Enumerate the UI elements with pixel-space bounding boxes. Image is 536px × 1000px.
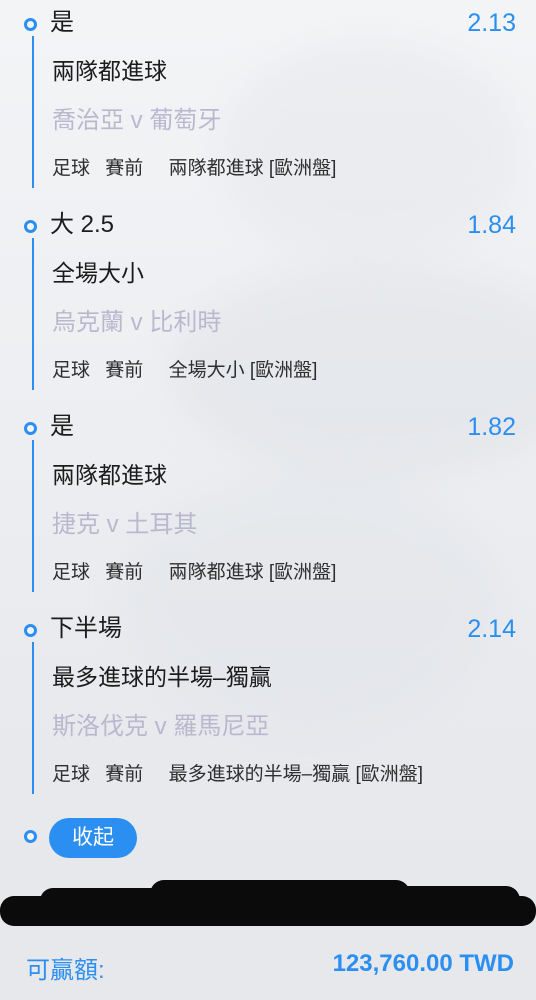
- bet-odds: 2.13: [467, 9, 516, 37]
- bet-market-type: 全場大小 [歐洲盤]: [168, 360, 318, 381]
- timeline-rail: [32, 440, 34, 592]
- bet-market-type: 最多進球的半場–獨贏 [歐洲盤]: [168, 764, 423, 785]
- bet-market-type: 兩隊都進球 [歐洲盤]: [168, 158, 337, 179]
- bet-selection: 是: [50, 413, 74, 440]
- bet-phase: 賽前: [105, 562, 144, 583]
- bet-market: 兩隊都進球: [52, 462, 167, 488]
- bet-odds: 2.14: [467, 615, 516, 643]
- bet-item[interactable]: 下半場 2.14 最多進球的半場–獨贏 斯洛伐克 v 羅馬尼亞 足球 賽前 最多…: [0, 606, 536, 808]
- bet-market-type: 兩隊都進球 [歐洲盤]: [168, 562, 337, 583]
- bet-slip-list: 是 2.13 兩隊都進球 喬治亞 v 葡萄牙 足球 賽前 兩隊都進球 [歐洲盤]…: [0, 0, 536, 808]
- bet-teams: 斯洛伐克 v 羅馬尼亞: [52, 713, 270, 740]
- bet-meta: 足球 賽前 兩隊都進球 [歐洲盤]: [52, 154, 336, 184]
- bet-teams: 喬治亞 v 葡萄牙: [52, 107, 222, 134]
- bet-sport: 足球: [52, 562, 91, 583]
- bet-meta: 足球 賽前 最多進球的半場–獨贏 [歐洲盤]: [52, 760, 423, 790]
- timeline-node-icon: [24, 830, 37, 843]
- bet-teams: 烏克蘭 v 比利時: [52, 309, 222, 336]
- timeline-rail: [32, 36, 34, 188]
- redaction-band: [40, 888, 220, 914]
- bet-item[interactable]: 是 1.82 兩隊都進球 捷克 v 土耳其 足球 賽前 兩隊都進球 [歐洲盤]: [0, 404, 536, 606]
- bet-sport: 足球: [52, 360, 91, 381]
- bet-odds: 1.84: [467, 211, 516, 239]
- potential-winnings-amount: 123,760.00 TWD: [332, 950, 514, 977]
- timeline-rail: [32, 642, 34, 794]
- potential-winnings-label: 可贏額:: [26, 957, 105, 984]
- bet-selection: 是: [50, 9, 74, 36]
- bet-market: 最多進球的半場–獨贏: [52, 664, 272, 690]
- redaction-band: [150, 880, 410, 908]
- collapse-button[interactable]: 收起: [49, 818, 137, 858]
- bet-market: 兩隊都進球: [52, 58, 167, 84]
- bet-odds: 1.82: [467, 413, 516, 441]
- redaction-band: [380, 886, 520, 916]
- bet-phase: 賽前: [105, 158, 144, 179]
- bet-sport: 足球: [52, 158, 91, 179]
- bet-selection: 大 2.5: [50, 211, 115, 238]
- bet-meta: 足球 賽前 全場大小 [歐洲盤]: [52, 356, 317, 386]
- bet-selection: 下半場: [50, 615, 122, 642]
- timeline-node-icon: [24, 18, 37, 31]
- bet-item[interactable]: 大 2.5 1.84 全場大小 烏克蘭 v 比利時 足球 賽前 全場大小 [歐洲…: [0, 202, 536, 404]
- timeline-node-icon: [24, 624, 37, 637]
- bet-sport: 足球: [52, 764, 91, 785]
- bet-market: 全場大小: [52, 260, 144, 286]
- timeline-node-icon: [24, 220, 37, 233]
- collapse-row: 收起: [0, 814, 536, 860]
- bet-item[interactable]: 是 2.13 兩隊都進球 喬治亞 v 葡萄牙 足球 賽前 兩隊都進球 [歐洲盤]: [0, 0, 536, 202]
- timeline-node-icon: [24, 422, 37, 435]
- bet-meta: 足球 賽前 兩隊都進球 [歐洲盤]: [52, 558, 336, 588]
- winnings-footer: 可贏額: 123,760.00 TWD: [0, 940, 536, 992]
- bet-teams: 捷克 v 土耳其: [52, 511, 198, 538]
- redaction-scribble: [0, 878, 536, 930]
- timeline-rail: [32, 238, 34, 390]
- redaction-band: [0, 896, 536, 926]
- bet-phase: 賽前: [105, 764, 144, 785]
- bet-phase: 賽前: [105, 360, 144, 381]
